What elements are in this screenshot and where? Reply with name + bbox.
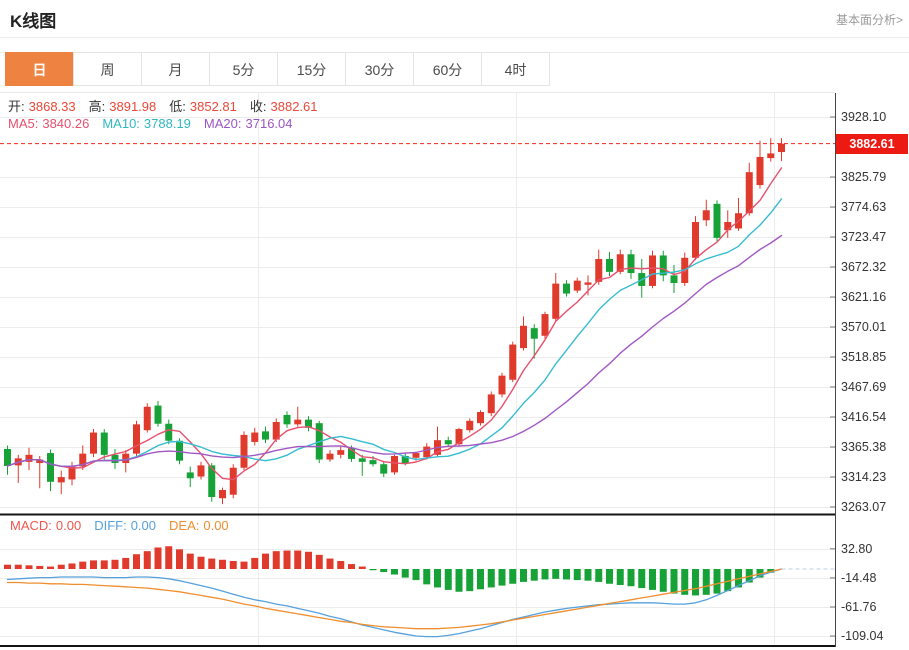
price-tick-label: 3518.85 bbox=[841, 349, 886, 365]
ma-readout-label: MA5: bbox=[8, 116, 38, 131]
ohlc-readout-value: 3852.81 bbox=[190, 99, 237, 114]
tab-日[interactable]: 日 bbox=[5, 52, 74, 86]
tab-30分[interactable]: 30分 bbox=[345, 52, 414, 86]
price-tick-label: 3723.47 bbox=[841, 229, 886, 245]
tab-4时[interactable]: 4时 bbox=[481, 52, 550, 86]
ohlc-readout-label: 收: bbox=[250, 99, 267, 114]
macd-tick-label: 32.80 bbox=[841, 541, 872, 557]
ohlc-readout-value: 3882.61 bbox=[271, 99, 318, 114]
price-tick-label: 3825.79 bbox=[841, 169, 886, 185]
price-tick-label: 3774.63 bbox=[841, 199, 886, 215]
ohlc-readout-value: 3868.33 bbox=[29, 99, 76, 114]
macd-readout-label: MACD: bbox=[10, 518, 52, 533]
price-tick-label: 3263.07 bbox=[841, 499, 886, 515]
kline-page: K线图 基本面分析> 日周月5分15分30分60分4时 开:3868.33高:3… bbox=[0, 0, 909, 650]
price-tick-label: 3416.54 bbox=[841, 409, 886, 425]
price-tick-label: 3621.16 bbox=[841, 289, 886, 305]
macd-readout-label: DIFF: bbox=[94, 518, 127, 533]
tab-周[interactable]: 周 bbox=[73, 52, 142, 86]
ma-readout-value: 3788.19 bbox=[144, 116, 191, 131]
macd-tick-label: -14.48 bbox=[841, 570, 876, 586]
macd-tick-label: -109.04 bbox=[841, 628, 883, 644]
macd-readout-value: 0.00 bbox=[131, 518, 156, 533]
price-tick-label: 3314.23 bbox=[841, 469, 886, 485]
price-tick-label: 3928.10 bbox=[841, 109, 886, 125]
tab-bar: 日周月5分15分30分60分4时 bbox=[6, 52, 550, 86]
ma-readout-value: 3716.04 bbox=[246, 116, 293, 131]
ma-readout-label: MA20: bbox=[204, 116, 242, 131]
macd-readout-value: 0.00 bbox=[203, 518, 228, 533]
ohlc-readout-label: 高: bbox=[89, 99, 106, 114]
ma-readout-value: 3840.26 bbox=[42, 116, 89, 131]
tab-15分[interactable]: 15分 bbox=[277, 52, 346, 86]
ohlc-readout: 开: 3868.33 高:3891.98 低: 3852.81 收: 3882.61 bbox=[8, 96, 318, 115]
price-tick-label: 3467.69 bbox=[841, 379, 886, 395]
macd-readout-value: 0.00 bbox=[56, 518, 81, 533]
ma-readout: MA5: 3840.26 MA10: 3788.19 MA20: 3716.04 bbox=[8, 116, 293, 131]
price-tick-label: 3365.38 bbox=[841, 439, 886, 455]
tab-月[interactable]: 月 bbox=[141, 52, 210, 86]
macd-readout-label: DEA: bbox=[169, 518, 199, 533]
macd-readout: MACD: 0.00 DIFF: 0.00 DEA: 0.00 bbox=[10, 518, 229, 533]
price-tick-label: 3672.32 bbox=[841, 259, 886, 275]
tab-5分[interactable]: 5分 bbox=[209, 52, 278, 86]
macd-tick-label: -61.76 bbox=[841, 599, 876, 615]
ma-readout-label: MA10: bbox=[102, 116, 140, 131]
tab-60分[interactable]: 60分 bbox=[413, 52, 482, 86]
ohlc-readout-label: 低: bbox=[169, 99, 186, 114]
current-price-label: 3882.61 bbox=[836, 134, 908, 154]
price-tick-label: 3570.01 bbox=[841, 319, 886, 335]
ohlc-readout-label: 开: bbox=[8, 99, 25, 114]
ohlc-readout-value: 3891.98 bbox=[109, 99, 156, 114]
